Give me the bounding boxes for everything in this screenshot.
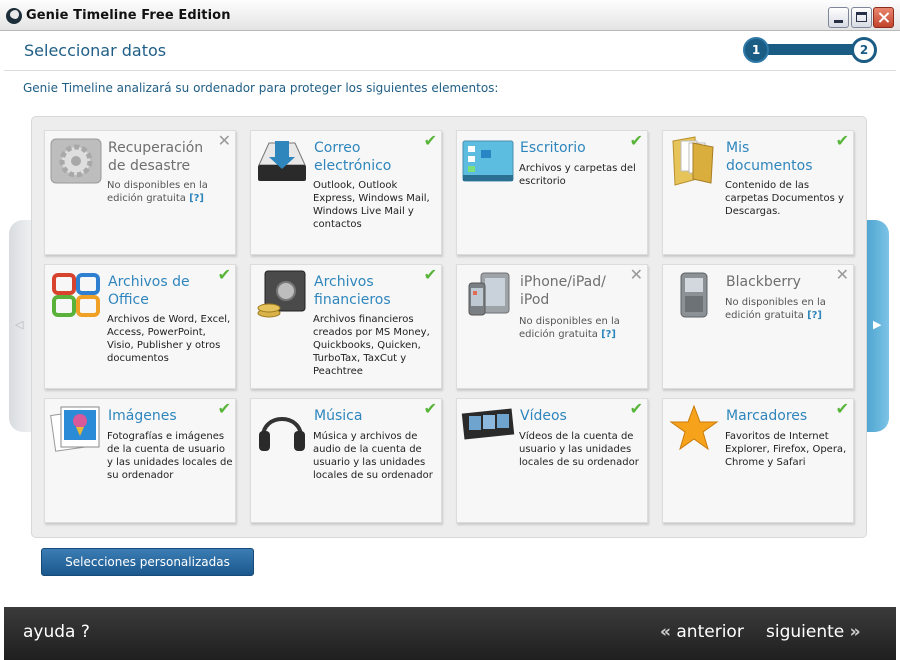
card-videos[interactable]: Vídeos Vídeos de la cuenta de usuario y … (456, 398, 648, 523)
step-1: 1 (743, 37, 769, 63)
card-title: Imágenes (108, 408, 177, 424)
mobile-devices-icon (461, 269, 515, 321)
card-description: Archivos financieros creados por MS Mone… (313, 314, 430, 377)
unavailable-x-icon: ✕ (629, 265, 643, 284)
star-icon (667, 403, 721, 455)
footer-bar: ayuda ? « anterior siguiente » (4, 607, 896, 660)
page-title: Seleccionar datos (24, 41, 167, 60)
card-title: iPhone/iPad/ iPod (520, 274, 606, 308)
maximize-icon (856, 12, 867, 22)
checkmark-icon: ✔ (217, 265, 231, 284)
next-label: siguiente (766, 622, 845, 642)
card-title: Recuperación de desastre (108, 140, 204, 174)
help-link[interactable]: [?] (807, 310, 822, 321)
arrow-left-icon: ◁ (15, 318, 24, 331)
card-description: Vídeos de la cuenta de usuario y las uni… (519, 431, 639, 468)
card-description: Contenido de las carpetas Documentos y D… (725, 180, 844, 217)
card-title: Blackberry (726, 274, 801, 290)
help-button[interactable]: ayuda ? (23, 622, 90, 642)
custom-selections-button[interactable]: Selecciones personalizadas (41, 548, 254, 576)
checkmark-icon: ✔ (629, 399, 643, 418)
step-2: 2 (851, 37, 877, 63)
card-description: Música y archivos de audio de la cuenta … (313, 431, 433, 481)
card-title: Mis documentos (726, 140, 813, 174)
intro-text: Genie Timeline analizará su ordenador pa… (23, 81, 499, 95)
unavailable-x-icon: ✕ (835, 265, 849, 284)
chevron-left-icon: « (660, 622, 671, 642)
arrow-right-icon: ▶ (873, 318, 882, 331)
card-description: No disponibles en la edición gratuita [?… (725, 297, 826, 321)
previous-page-arrow[interactable]: ◁ (9, 220, 31, 432)
next-page-arrow[interactable]: ▶ (867, 220, 889, 432)
checkmark-icon: ✔ (629, 131, 643, 150)
chevron-right-icon: » (849, 622, 861, 642)
card-my-documents[interactable]: Mis documentos Contenido de las carpetas… (662, 130, 854, 255)
pictures-icon (49, 403, 103, 455)
desktop-icon (461, 135, 515, 187)
card-desktop[interactable]: Escritorio Archivos y carpetas del escri… (456, 130, 648, 255)
genie-logo-icon (6, 8, 22, 24)
checkmark-icon: ✔ (835, 131, 849, 150)
title-bar: Genie Timeline Free Edition (0, 0, 900, 31)
checkmark-icon: ✔ (423, 399, 437, 418)
card-title: Vídeos (520, 408, 567, 424)
blackberry-icon (667, 269, 721, 321)
card-music[interactable]: Música Música y archivos de audio de la … (250, 398, 442, 523)
card-title: Marcadores (726, 408, 808, 424)
checkmark-icon: ✔ (835, 399, 849, 418)
close-button[interactable] (873, 7, 894, 28)
card-description: Fotografías e imágenes de la cuenta de u… (107, 431, 233, 481)
previous-button[interactable]: « anterior (660, 622, 744, 642)
page-header: Seleccionar datos 1 2 (4, 31, 896, 71)
card-bookmarks[interactable]: Marcadores Favoritos de Internet Explore… (662, 398, 854, 523)
card-title: Correo electrónico (314, 140, 392, 174)
office-icon (49, 269, 103, 321)
unavailable-x-icon: ✕ (217, 131, 231, 150)
card-financial-files[interactable]: Archivos financieros Archivos financiero… (250, 264, 442, 389)
card-title: Archivos de Office (108, 274, 190, 308)
card-office-files[interactable]: Archivos de Office Archivos de Word, Exc… (44, 264, 236, 389)
checkmark-icon: ✔ (423, 131, 437, 150)
next-button[interactable]: siguiente » (766, 622, 861, 642)
card-disaster-recovery[interactable]: Recuperación de desastre No disponibles … (44, 130, 236, 255)
card-description: Favoritos de Internet Explorer, Firefox,… (725, 431, 847, 468)
card-email[interactable]: Correo electrónico Outlook, Outlook Expr… (250, 130, 442, 255)
help-link[interactable]: [?] (189, 193, 204, 204)
film-icon (461, 403, 515, 455)
documents-folder-icon (667, 135, 721, 187)
step-track (754, 44, 866, 55)
window-title: Genie Timeline Free Edition (26, 8, 231, 23)
checkmark-icon: ✔ (217, 399, 231, 418)
card-blackberry[interactable]: Blackberry No disponibles en la edición … (662, 264, 854, 389)
mail-inbox-icon (255, 135, 309, 187)
card-title: Música (314, 408, 363, 424)
minimize-icon (834, 20, 843, 23)
help-link[interactable]: [?] (601, 329, 616, 340)
maximize-button[interactable] (851, 7, 872, 28)
headphones-icon (255, 403, 309, 455)
card-images[interactable]: Imágenes Fotografías e imágenes de la cu… (44, 398, 236, 523)
safe-coins-icon (255, 269, 309, 321)
card-description: Archivos de Word, Excel, Access, PowerPo… (107, 314, 231, 364)
step-indicator: 1 2 (740, 35, 880, 65)
minimize-button[interactable] (828, 7, 849, 28)
gear-icon (49, 135, 103, 187)
card-title: Escritorio (520, 140, 586, 156)
previous-label: anterior (676, 622, 744, 642)
card-description: Archivos y carpetas del escritorio (519, 163, 636, 187)
card-title: Archivos financieros (314, 274, 391, 308)
checkmark-icon: ✔ (423, 265, 437, 284)
card-description: No disponibles en la edición gratuita [?… (107, 180, 208, 204)
card-description: No disponibles en la edición gratuita [?… (519, 316, 620, 340)
card-description: Outlook, Outlook Express, Windows Mail, … (313, 180, 430, 230)
card-iphone-ipad-ipod[interactable]: iPhone/iPad/ iPod No disponibles en la e… (456, 264, 648, 389)
data-categories-panel: Recuperación de desastre No disponibles … (31, 116, 867, 538)
